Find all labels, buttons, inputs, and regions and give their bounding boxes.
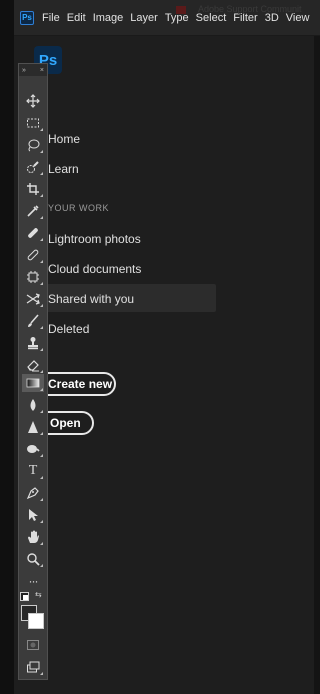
nav-deleted[interactable]: Deleted (48, 322, 89, 336)
nav-lightroom-photos[interactable]: Lightroom photos (48, 232, 141, 246)
quick-mask-icon[interactable] (22, 636, 44, 654)
more-tools-icon[interactable]: ··· (22, 572, 44, 590)
lasso-tool-icon[interactable] (22, 136, 44, 154)
crop-tool-icon[interactable] (22, 180, 44, 198)
hand-tool-icon[interactable] (22, 528, 44, 546)
left-window-edge (0, 0, 14, 694)
tools-panel-header[interactable]: » × (19, 64, 47, 76)
nav-cloud-documents[interactable]: Cloud documents (48, 262, 141, 276)
screen-mode-icon[interactable] (22, 658, 44, 676)
frame-tool-icon[interactable] (22, 268, 44, 286)
background-color-swatch[interactable] (28, 613, 44, 629)
browser-favicon-icon (176, 5, 186, 14)
dodge-tool-icon[interactable] (22, 440, 44, 458)
menu-edit[interactable]: Edit (67, 12, 86, 24)
nav-shared-with-you[interactable]: Shared with you (48, 292, 134, 306)
marquee-tool-icon[interactable] (22, 114, 44, 132)
content-aware-move-icon[interactable] (22, 290, 44, 308)
type-tool-icon[interactable]: T (22, 462, 44, 480)
default-colors-icon[interactable] (20, 592, 29, 601)
swap-colors-icon[interactable]: ⇆ (35, 590, 42, 599)
menu-layer[interactable]: Layer (130, 12, 158, 24)
menu-image[interactable]: Image (93, 12, 124, 24)
more-tools-glyph: ··· (28, 574, 39, 588)
eraser-tool-icon[interactable] (22, 356, 44, 374)
collapse-panel-icon[interactable]: » (22, 67, 26, 74)
menu-file[interactable]: File (42, 12, 60, 24)
sharpen-tool-icon[interactable] (22, 418, 44, 436)
create-new-button[interactable]: Create new (36, 372, 116, 396)
right-window-edge (314, 36, 320, 694)
photoshop-app-icon[interactable]: Ps (20, 10, 34, 25)
eyedropper-tool-icon[interactable] (22, 202, 44, 220)
nav-home[interactable]: Home (48, 132, 80, 146)
type-tool-glyph: T (28, 463, 38, 478)
gradient-tool-icon[interactable] (22, 374, 44, 392)
nav-learn[interactable]: Learn (48, 162, 79, 176)
quick-selection-tool-icon[interactable] (22, 158, 44, 176)
path-selection-tool-icon[interactable] (22, 506, 44, 524)
brush-tool-icon[interactable] (22, 312, 44, 330)
close-panel-icon[interactable]: × (40, 67, 44, 74)
zoom-tool-icon[interactable] (22, 550, 44, 568)
spot-healing-tool-icon[interactable] (22, 224, 44, 242)
move-tool-icon[interactable] (22, 92, 44, 110)
your-work-label: YOUR WORK (48, 203, 110, 213)
clone-stamp-tool-icon[interactable] (22, 334, 44, 352)
tools-panel: » × T ··· ⇆ (18, 63, 48, 680)
blur-tool-icon[interactable] (22, 396, 44, 414)
pen-tool-icon[interactable] (22, 484, 44, 502)
bandage-tool-icon[interactable] (22, 246, 44, 264)
window-title: Adobe Support Communit (176, 4, 302, 14)
